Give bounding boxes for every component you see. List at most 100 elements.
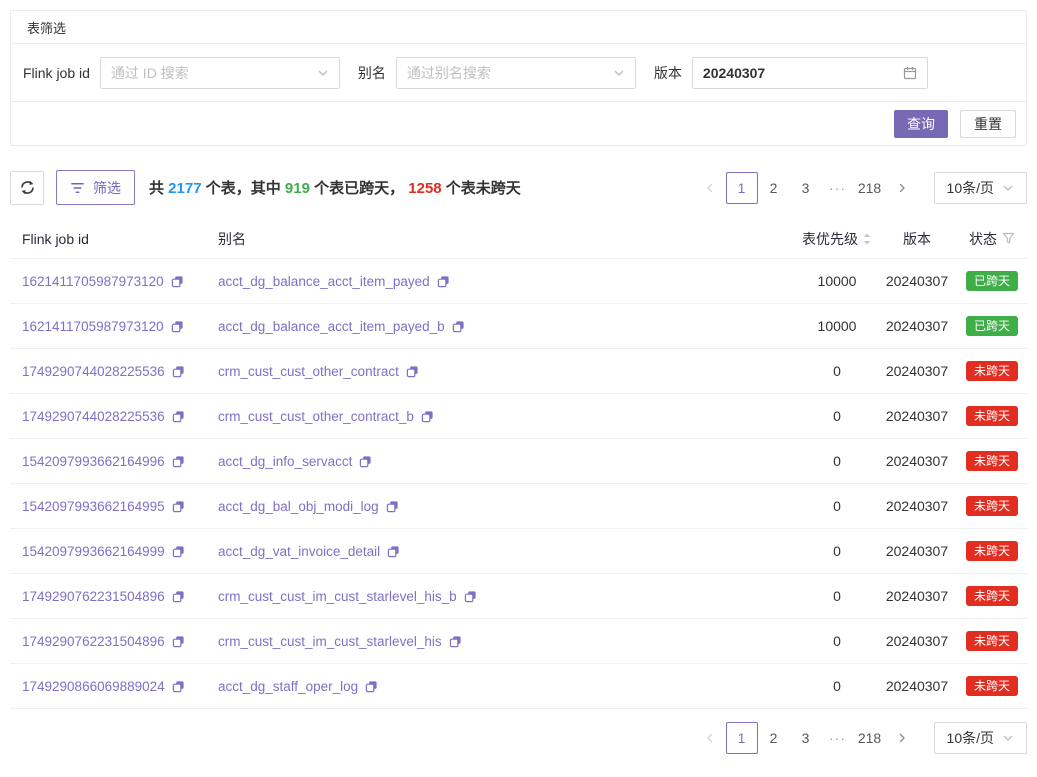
alias-link[interactable]: crm_cust_cust_other_contract_b <box>218 409 414 424</box>
copy-icon[interactable] <box>172 455 185 468</box>
flink-job-id-select[interactable] <box>100 57 340 89</box>
page-button-1[interactable]: 1 <box>726 722 758 754</box>
reset-button[interactable]: 重置 <box>960 110 1016 138</box>
flink-job-id-input[interactable] <box>111 65 317 81</box>
sort-icon[interactable] <box>862 232 872 246</box>
table-row: 1749290866069889024 acct_dg_staff_oper_l… <box>10 664 1027 709</box>
page-button-last[interactable]: 218 <box>854 172 886 204</box>
copy-icon[interactable] <box>387 545 400 558</box>
flink-job-id-link[interactable]: 1542097993662164995 <box>22 499 165 514</box>
alias-input[interactable] <box>407 65 613 81</box>
uncrossed-count: 1258 <box>408 180 441 197</box>
version-date-picker[interactable] <box>692 57 928 89</box>
refresh-button[interactable] <box>10 171 44 205</box>
status-badge: 未跨天 <box>966 676 1018 696</box>
page-button-2[interactable]: 2 <box>758 722 790 754</box>
query-button[interactable]: 查询 <box>894 110 948 138</box>
flink-job-id-link[interactable]: 1749290762231504896 <box>22 634 165 649</box>
copy-icon[interactable] <box>437 275 450 288</box>
data-table: Flink job id 别名 表优先级 版本 状态 1621411705987… <box>10 219 1027 709</box>
copy-icon[interactable] <box>464 590 477 603</box>
copy-icon[interactable] <box>365 680 378 693</box>
page-button-3[interactable]: 3 <box>790 722 822 754</box>
copy-icon[interactable] <box>421 410 434 423</box>
alias-link[interactable]: crm_cust_cust_im_cust_starlevel_his <box>218 634 442 649</box>
copy-icon[interactable] <box>452 320 465 333</box>
copy-icon[interactable] <box>172 500 185 513</box>
version-label: 版本 <box>654 63 682 83</box>
page-button-1[interactable]: 1 <box>726 172 758 204</box>
next-page-button[interactable] <box>886 722 918 754</box>
header-alias: 别名 <box>218 229 797 249</box>
pagination-bottom: 1 2 3 ··· 218 10条/页 <box>694 722 1027 754</box>
flink-job-id-link[interactable]: 1749290744028225536 <box>22 409 165 424</box>
page-button-last[interactable]: 218 <box>854 722 886 754</box>
copy-icon[interactable] <box>172 635 185 648</box>
filter-panel-title: 表筛选 <box>11 11 1026 44</box>
copy-icon[interactable] <box>359 455 372 468</box>
alias-link[interactable]: acct_dg_vat_invoice_detail <box>218 544 380 559</box>
alias-link[interactable]: acct_dg_balance_acct_item_payed_b <box>218 319 445 334</box>
header-version: 版本 <box>877 229 957 249</box>
chevron-down-icon <box>1002 182 1014 194</box>
priority-value: 10000 <box>797 273 877 289</box>
table-row: 1749290762231504896 crm_cust_cust_im_cus… <box>10 574 1027 619</box>
copy-icon[interactable] <box>172 545 185 558</box>
header-status: 状态 <box>957 229 1027 249</box>
version-input[interactable] <box>703 65 903 81</box>
table-row: 1542097993662164999 acct_dg_vat_invoice_… <box>10 529 1027 574</box>
page-ellipsis[interactable]: ··· <box>822 722 854 754</box>
alias-link[interactable]: crm_cust_cust_other_contract <box>218 364 399 379</box>
status-badge: 未跨天 <box>966 541 1018 561</box>
prev-page-button[interactable] <box>694 722 726 754</box>
table-row: 1621411705987973120 acct_dg_balance_acct… <box>10 304 1027 349</box>
version-value: 20240307 <box>877 273 957 289</box>
status-badge: 未跨天 <box>966 406 1018 426</box>
copy-icon[interactable] <box>172 680 185 693</box>
priority-value: 0 <box>797 453 877 469</box>
total-count: 2177 <box>168 180 201 197</box>
copy-icon[interactable] <box>171 275 184 288</box>
copy-icon[interactable] <box>172 410 185 423</box>
funnel-filter-icon[interactable] <box>1002 232 1015 245</box>
filter-fields-row: Flink job id 别名 版本 <box>11 44 1026 102</box>
version-value: 20240307 <box>877 543 957 559</box>
chevron-left-icon <box>704 182 716 194</box>
flink-job-id-link[interactable]: 1621411705987973120 <box>22 274 164 289</box>
prev-page-button[interactable] <box>694 172 726 204</box>
priority-value: 0 <box>797 633 877 649</box>
page-button-2[interactable]: 2 <box>758 172 790 204</box>
copy-icon[interactable] <box>171 320 184 333</box>
copy-icon[interactable] <box>172 590 185 603</box>
copy-icon[interactable] <box>172 365 185 378</box>
version-value: 20240307 <box>877 498 957 514</box>
page-ellipsis[interactable]: ··· <box>822 172 854 204</box>
copy-icon[interactable] <box>449 635 462 648</box>
next-page-button[interactable] <box>886 172 918 204</box>
alias-link[interactable]: acct_dg_bal_obj_modi_log <box>218 499 379 514</box>
alias-link[interactable]: crm_cust_cust_im_cust_starlevel_his_b <box>218 589 457 604</box>
page-size-label: 10条/页 <box>947 178 994 198</box>
status-badge: 未跨天 <box>966 361 1018 381</box>
page-size-select[interactable]: 10条/页 <box>934 172 1027 204</box>
page-size-select[interactable]: 10条/页 <box>934 722 1027 754</box>
filter-button[interactable]: 筛选 <box>56 170 135 205</box>
priority-value: 0 <box>797 408 877 424</box>
alias-link[interactable]: acct_dg_balance_acct_item_payed <box>218 274 430 289</box>
flink-job-id-link[interactable]: 1621411705987973120 <box>22 319 164 334</box>
flink-job-id-link[interactable]: 1542097993662164996 <box>22 454 165 469</box>
status-badge: 未跨天 <box>966 496 1018 516</box>
flink-job-id-link[interactable]: 1749290744028225536 <box>22 364 165 379</box>
flink-job-id-link[interactable]: 1542097993662164999 <box>22 544 165 559</box>
table-row: 1749290762231504896 crm_cust_cust_im_cus… <box>10 619 1027 664</box>
bottom-bar: 1 2 3 ··· 218 10条/页 <box>10 722 1027 754</box>
copy-icon[interactable] <box>386 500 399 513</box>
flink-job-id-link[interactable]: 1749290762231504896 <box>22 589 165 604</box>
flink-job-id-link[interactable]: 1749290866069889024 <box>22 679 165 694</box>
alias-select[interactable] <box>396 57 636 89</box>
copy-icon[interactable] <box>406 365 419 378</box>
alias-link[interactable]: acct_dg_staff_oper_log <box>218 679 358 694</box>
alias-link[interactable]: acct_dg_info_servacct <box>218 454 352 469</box>
priority-value: 0 <box>797 678 877 694</box>
page-button-3[interactable]: 3 <box>790 172 822 204</box>
